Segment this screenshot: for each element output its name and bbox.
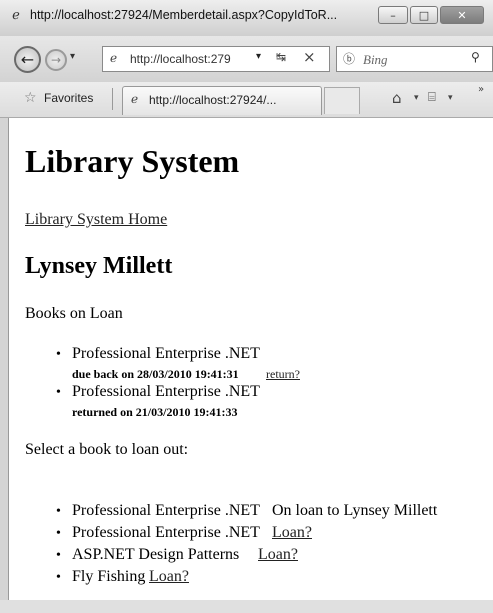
- loan-title: Professional Enterprise .NET: [72, 345, 260, 362]
- loan-title: Professional Enterprise .NET: [72, 383, 260, 400]
- bullet-icon: •: [56, 504, 61, 519]
- bullet-icon: •: [56, 526, 61, 541]
- ie-logo-icon: ℯ: [12, 8, 20, 23]
- loan-status: due back on 28/03/2010 19:41:31: [72, 367, 239, 381]
- member-name: Lynsey Millett: [25, 253, 173, 279]
- page-title: Library System: [25, 143, 240, 179]
- loan-link[interactable]: Loan?: [258, 546, 298, 564]
- bullet-icon: •: [56, 385, 61, 400]
- search-box[interactable]: [336, 46, 493, 72]
- page-icon: ℯ: [110, 51, 118, 65]
- bing-icon: ⓑ: [343, 52, 356, 66]
- search-icon[interactable]: ⚲: [471, 50, 480, 64]
- book-title: Fly Fishing: [72, 568, 146, 585]
- bullet-icon: •: [56, 347, 61, 362]
- toolbar-divider: [112, 88, 113, 110]
- tab-label[interactable]: http://localhost:27924/...: [149, 93, 276, 107]
- search-input[interactable]: Bing: [363, 52, 388, 68]
- address-dropdown-icon[interactable]: ▾: [256, 51, 261, 62]
- minimize-button[interactable]: –: [378, 6, 408, 24]
- bullet-icon: •: [56, 570, 61, 585]
- loans-heading: Books on Loan: [25, 305, 123, 322]
- close-button[interactable]: ✕: [440, 6, 484, 24]
- status-bar: [0, 600, 493, 613]
- book-title: ASP.NET Design Patterns: [72, 546, 240, 563]
- favorites-button[interactable]: Favorites: [44, 91, 93, 105]
- new-tab-button[interactable]: [324, 87, 360, 114]
- home-dropdown-icon[interactable]: ▾: [414, 93, 419, 103]
- back-button[interactable]: ←: [14, 46, 41, 73]
- loan-link[interactable]: Loan?: [272, 524, 312, 542]
- loan-status: returned on 21/03/2010 19:41:33: [72, 405, 238, 419]
- home-icon[interactable]: ⌂: [392, 89, 402, 107]
- book-title: Professional Enterprise .NET: [72, 524, 260, 541]
- select-book-heading: Select a book to loan out:: [25, 441, 189, 458]
- return-link[interactable]: return?: [266, 367, 300, 382]
- history-dropdown-icon[interactable]: ▾: [70, 51, 75, 62]
- window-title: http://localhost:27924/Memberdetail.aspx…: [30, 8, 338, 22]
- more-tools-chevron-icon[interactable]: »: [478, 84, 484, 95]
- tab-page-icon: ℯ: [131, 92, 139, 106]
- stop-icon[interactable]: ×: [303, 48, 316, 66]
- home-link[interactable]: Library System Home: [25, 211, 167, 229]
- maximize-button[interactable]: □: [410, 6, 438, 24]
- loan-link[interactable]: Loan?: [149, 568, 189, 586]
- book-loan-note: On loan to Lynsey Millett: [272, 502, 438, 519]
- feeds-dropdown-icon[interactable]: ▾: [448, 93, 453, 103]
- book-title: Professional Enterprise .NET: [72, 502, 260, 519]
- address-input[interactable]: http://localhost:279: [130, 52, 231, 66]
- feeds-icon[interactable]: ⌸: [428, 90, 436, 105]
- bullet-icon: •: [56, 548, 61, 563]
- forward-button[interactable]: →: [45, 49, 67, 71]
- compatibility-view-icon[interactable]: ↹: [276, 50, 286, 64]
- favorites-star-icon: ☆: [24, 90, 37, 106]
